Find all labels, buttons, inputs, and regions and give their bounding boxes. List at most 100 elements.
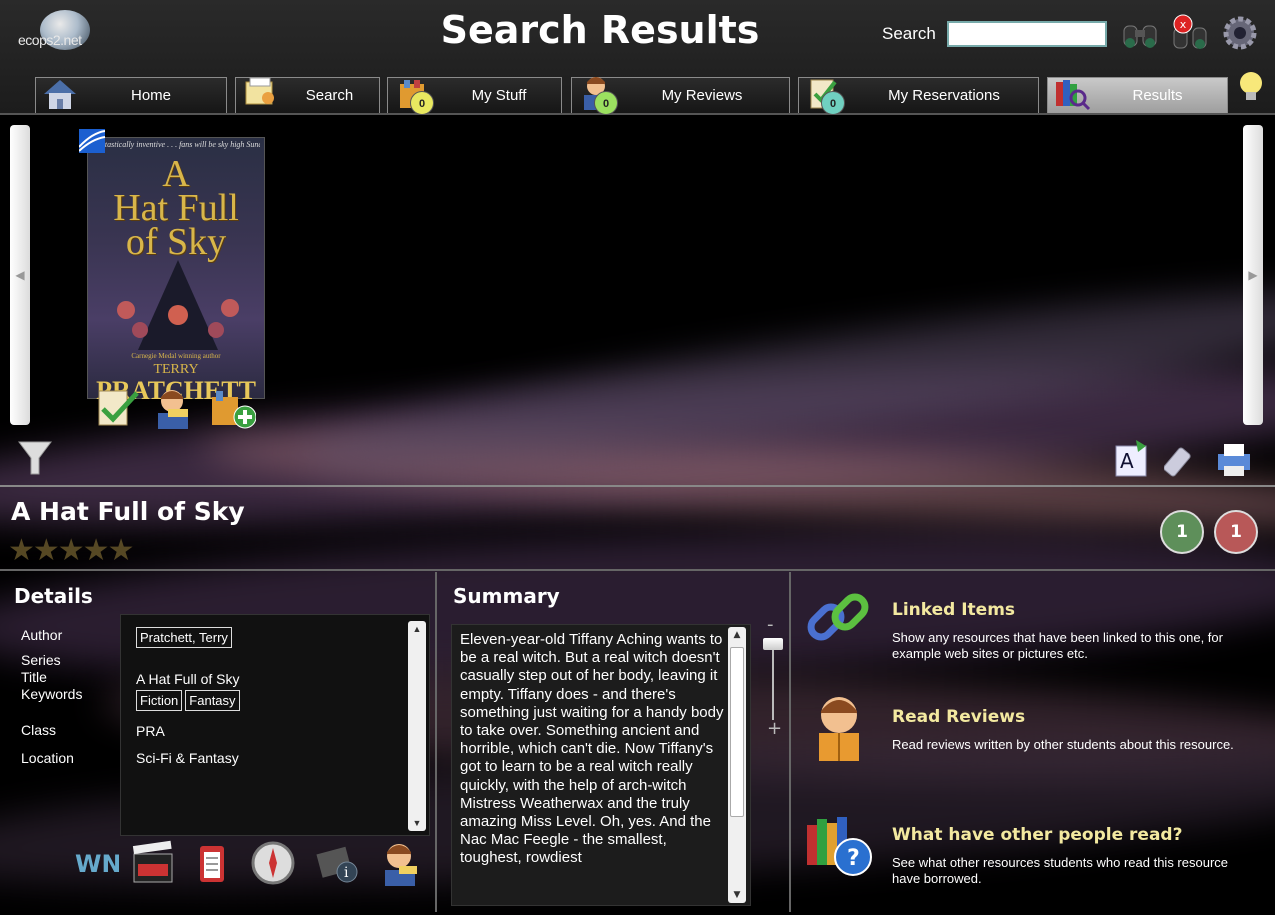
item-title: A Hat Full of Sky <box>11 497 245 526</box>
item-info-icon[interactable]: i <box>315 840 361 886</box>
home-icon <box>44 80 76 109</box>
books-question-icon: ? <box>807 817 872 876</box>
author-link[interactable]: Pratchett, Terry <box>136 627 232 648</box>
series-label: Series <box>21 652 61 668</box>
book-cover-image[interactable]: Fantastically inventive . . . fans will … <box>87 137 265 400</box>
tab-search-label: Search <box>305 87 354 104</box>
clear-search-icon[interactable]: x <box>1170 14 1210 52</box>
keywords-list: Fiction Fantasy <box>136 690 243 711</box>
tip-lightbulb-icon[interactable] <box>1238 70 1264 104</box>
search-input[interactable] <box>947 21 1107 47</box>
search-label: Search <box>882 24 936 43</box>
font-zoom-plus[interactable]: + <box>767 718 782 739</box>
keyword-fiction-chip[interactable]: Fiction <box>136 690 183 711</box>
tab-home-label: Home <box>130 87 171 104</box>
summary-scroll-thumb[interactable] <box>730 647 744 817</box>
tab-my-reservations-label: My Reservations <box>888 87 1000 104</box>
details-panel: Details Author Series Title Keywords Cla… <box>0 572 437 912</box>
keywords-label: Keywords <box>21 686 83 702</box>
summary-scroll-down[interactable]: ▼ <box>728 887 746 903</box>
results-carousel: ◀ ▶ Fantastically inventive . . . fans w… <box>0 115 1275 485</box>
text-size-icon[interactable]: A <box>1114 438 1150 478</box>
on-loan-count-button[interactable]: 1 <box>1214 510 1258 554</box>
class-value: PRA <box>136 723 165 739</box>
svg-text:A: A <box>1120 449 1134 473</box>
reserve-item-icon[interactable] <box>95 385 141 429</box>
carousel-prev-button[interactable]: ◀ <box>10 125 30 425</box>
wn-website-icon[interactable]: WN <box>73 840 119 886</box>
tab-results-label: Results <box>1132 87 1183 104</box>
details-scrollbar[interactable]: ▲ ▼ <box>408 621 426 831</box>
cover-caption: Carnegie Medal winning author <box>131 352 221 360</box>
font-zoom-thumb[interactable] <box>763 638 783 650</box>
what-others-read-title: What have other people read? <box>892 825 1183 845</box>
what-others-read-desc: See what other resources students who re… <box>892 855 1229 886</box>
tab-my-reviews[interactable]: 0 My Reviews <box>571 77 790 115</box>
author-label: Author <box>21 627 63 643</box>
summary-scroll-up[interactable]: ▲ <box>728 627 746 643</box>
my-reviews-count-badge: 0 <box>594 91 618 115</box>
author-movies-icon[interactable] <box>130 840 176 886</box>
read-reviews-desc: Read reviews written by other students a… <box>892 737 1234 752</box>
write-review-icon[interactable] <box>150 385 196 429</box>
tab-my-reservations[interactable]: 0 My Reservations <box>798 77 1039 115</box>
tab-my-stuff[interactable]: 0 My Stuff <box>387 77 562 115</box>
font-zoom-minus[interactable]: - <box>767 614 774 635</box>
linked-items-desc: Show any resources that have been linked… <box>892 630 1223 661</box>
title-value: A Hat Full of Sky <box>136 671 240 687</box>
svg-text:WN: WN <box>75 850 119 878</box>
tab-results[interactable]: Results <box>1047 77 1228 113</box>
app-logo[interactable]: ecops2.net <box>18 10 110 56</box>
cover-illustration <box>117 260 239 350</box>
tab-my-reviews-label: My Reviews <box>661 87 743 104</box>
details-heading: Details <box>14 584 93 608</box>
carousel-next-button[interactable]: ▶ <box>1243 125 1263 425</box>
filter-funnel-icon[interactable] <box>17 438 53 478</box>
details-scroll-down[interactable]: ▼ <box>408 815 426 831</box>
title-label: Title <box>21 669 47 685</box>
read-reviews-title: Read Reviews <box>892 707 1026 727</box>
cover-tagline: Fantastically inventive . . . fans will … <box>92 140 260 149</box>
linked-items-title: Linked Items <box>892 600 1016 620</box>
details-scroll-up[interactable]: ▲ <box>408 621 426 637</box>
summary-panel: Summary Eleven-year-old Tiffany Aching w… <box>439 572 791 912</box>
font-zoom-track[interactable] <box>772 640 774 720</box>
summary-heading: Summary <box>453 584 560 608</box>
settings-gear-icon[interactable] <box>1220 14 1260 52</box>
tab-home[interactable]: Home <box>35 77 227 113</box>
tab-search[interactable]: Search <box>235 77 380 113</box>
logo-text: ecops2.net <box>18 32 82 48</box>
details-values-box: Pratchett, Terry A Hat Full of Sky Ficti… <box>120 614 430 836</box>
rating-stars[interactable]: ★★★★★ <box>8 533 134 568</box>
linked-items-link[interactable]: Linked Items Show any resources that hav… <box>803 582 1263 672</box>
summary-box: Eleven-year-old Tiffany Aching wants to … <box>451 624 751 906</box>
tab-my-stuff-label: My Stuff <box>471 87 527 104</box>
keyword-fantasy-chip[interactable]: Fantasy <box>185 690 240 711</box>
add-to-my-stuff-icon[interactable] <box>210 385 256 429</box>
cover-title-line-3: of Sky <box>125 221 227 263</box>
compass-icon[interactable] <box>250 840 296 886</box>
clipboard-list-icon[interactable] <box>190 840 236 886</box>
my-reservations-count-badge: 0 <box>821 91 845 115</box>
page-title: Search Results <box>440 8 760 52</box>
reviewer-person-icon[interactable] <box>377 840 423 886</box>
read-reviews-link[interactable]: Read Reviews Read reviews written by oth… <box>803 689 1263 779</box>
location-value: Sci-Fi & Fantasy <box>136 750 239 766</box>
svg-text:i: i <box>344 865 349 881</box>
what-others-read-link[interactable]: ? What have other people read? See what … <box>803 807 1263 897</box>
print-icon[interactable] <box>1216 438 1252 478</box>
summary-scrollbar[interactable]: ▲ ▼ <box>728 627 746 903</box>
available-count-button[interactable]: 1 <box>1160 510 1204 554</box>
item-title-bar: A Hat Full of Sky ★★★★★ 1 1 <box>0 485 1275 571</box>
svg-text:x: x <box>1180 18 1187 31</box>
usb-export-icon[interactable] <box>1164 438 1200 478</box>
summary-text: Eleven-year-old Tiffany Aching wants to … <box>460 631 724 867</box>
svg-text:?: ? <box>847 846 860 871</box>
reading-person-icon <box>819 697 859 761</box>
chain-link-icon <box>807 593 869 641</box>
ebook-flag-icon <box>79 129 105 153</box>
app-header: ecops2.net Search Results Search x Home … <box>0 0 1275 115</box>
binoculars-icon[interactable] <box>1120 14 1160 52</box>
search-catalogue-icon <box>245 77 274 105</box>
related-links-panel: Linked Items Show any resources that hav… <box>793 572 1275 912</box>
